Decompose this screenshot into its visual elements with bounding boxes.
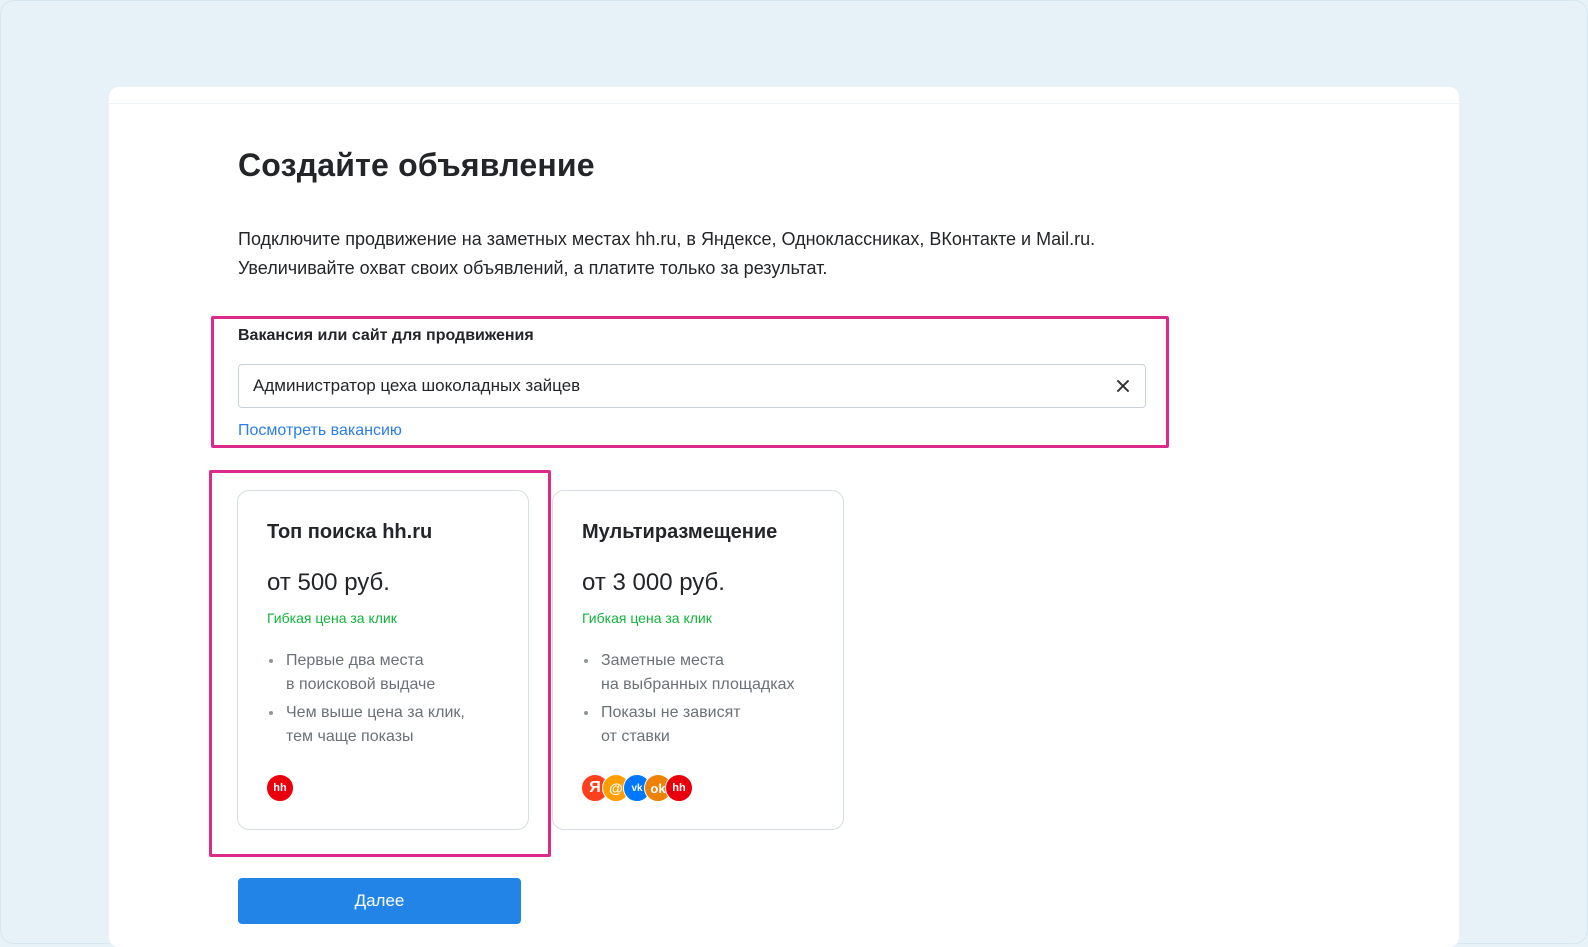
feature-text: в поисковой выдаче (286, 676, 436, 693)
feature-item: Чем выше цена за клик, тем чаще показы (267, 701, 517, 749)
option-price: от 3 000 руб. (582, 569, 725, 596)
page-title: Создайте объявление (238, 147, 595, 183)
feature-text: на выбранных площадках (601, 676, 795, 693)
feature-text: Показы не зависят (601, 704, 741, 721)
vacancy-field-label: Вакансия или сайт для продвижения (238, 327, 534, 344)
feature-text: Чем выше цена за клик, (286, 704, 465, 721)
clear-icon[interactable] (1115, 378, 1131, 394)
feature-item: Первые два места в поисковой выдаче (267, 649, 517, 697)
option-features: Первые два места в поисковой выдаче Чем … (267, 649, 517, 753)
divider (109, 103, 1459, 104)
option-features: Заметные места на выбранных площадках По… (582, 649, 832, 753)
option-title: Топ поиска hh.ru (267, 521, 433, 543)
feature-text: Заметные места (601, 652, 724, 669)
feature-text: тем чаще показы (286, 728, 414, 745)
option-price-note: Гибкая цена за клик (267, 610, 397, 626)
ad-creation-card: Создайте объявление Подключите продвижен… (109, 87, 1459, 947)
option-price: от 500 руб. (267, 569, 390, 596)
vacancy-input[interactable]: Администратор цеха шоколадных зайцев (238, 364, 1146, 408)
feature-text: от ставки (601, 728, 670, 745)
next-button[interactable]: Далее (238, 878, 521, 924)
option-card-top-search[interactable]: Топ поиска hh.ru от 500 руб. Гибкая цена… (237, 490, 529, 830)
platform-logos: Я @ vk ok hh (581, 774, 693, 802)
option-title: Мультиразмещение (582, 521, 778, 543)
view-vacancy-link[interactable]: Посмотреть вакансию (238, 422, 402, 440)
feature-item: Заметные места на выбранных площадках (582, 649, 832, 697)
intro-line-2: Увеличивайте охват своих объявлений, а п… (238, 258, 828, 278)
option-price-note: Гибкая цена за клик (582, 610, 712, 626)
hh-logo-icon: hh (266, 774, 294, 802)
vacancy-input-value[interactable]: Администратор цеха шоколадных зайцев (253, 376, 1115, 396)
feature-text: Первые два места (286, 652, 424, 669)
platform-logos: hh (266, 774, 294, 802)
intro-text: Подключите продвижение на заметных места… (238, 225, 1218, 283)
hh-logo-icon: hh (665, 774, 693, 802)
feature-item: Показы не зависят от ставки (582, 701, 832, 749)
option-card-multiplacement[interactable]: Мультиразмещение от 3 000 руб. Гибкая це… (552, 490, 844, 830)
intro-line-1: Подключите продвижение на заметных места… (238, 229, 1096, 249)
